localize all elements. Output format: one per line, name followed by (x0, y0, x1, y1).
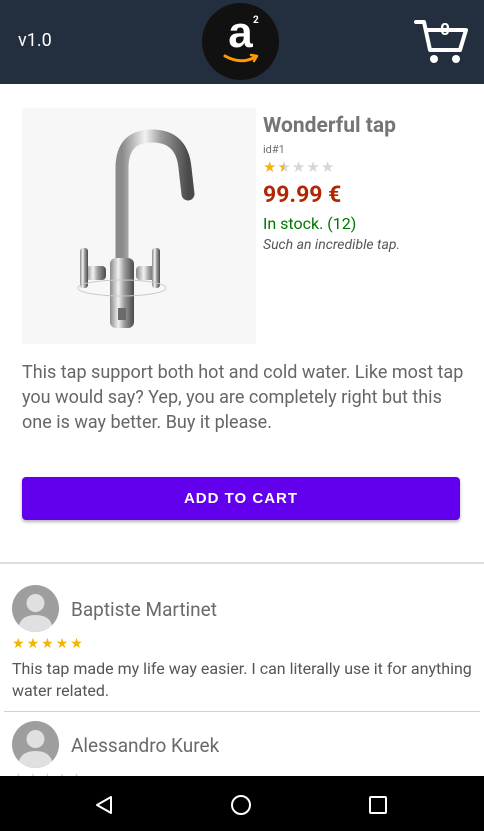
product-rating: ★ ★ ★ ★ ★ (263, 159, 473, 175)
review-rating: ★★★★★ (12, 636, 83, 652)
home-circle-icon[interactable] (230, 794, 252, 816)
logo-superscript: 2 (253, 15, 259, 26)
review-author: Baptiste Martinet (71, 598, 217, 621)
star-icon: ★ (263, 158, 277, 176)
avatar[interactable] (12, 585, 59, 632)
product-id: id#1 (263, 143, 285, 156)
tap-image (77, 129, 195, 328)
product-price: 99.99 € (263, 181, 342, 208)
product-info: Wonderful tap id#1 ★ ★ ★ ★ ★ 99.99 € In stoc… (263, 112, 473, 253)
system-nav-bar (0, 776, 484, 831)
star-icon: ★ (277, 158, 291, 176)
amazon-logo-icon[interactable]: a 2 (202, 3, 279, 80)
star-icon: ★ (320, 158, 335, 176)
star-icon: ★ (26, 636, 40, 652)
star-icon: ★ (291, 158, 306, 176)
avatar[interactable] (12, 721, 59, 768)
version-label: v1.0 (18, 30, 52, 51)
app-bar: v1.0 a 2 0 (0, 0, 484, 84)
product-image (22, 108, 256, 344)
section-divider (0, 562, 484, 564)
review-item: Alessandro Kurek ★★★★★ (0, 721, 484, 776)
star-icon: ★ (306, 158, 320, 176)
cart-count-badge: 0 (440, 20, 450, 40)
recents-square-icon[interactable] (367, 794, 389, 816)
product-description: This tap support both hot and cold water… (22, 362, 464, 433)
review-author: Alessandro Kurek (71, 734, 220, 757)
star-icon: ★ (55, 636, 69, 652)
logo-smile-icon (223, 53, 259, 63)
star-icon: ★ (41, 636, 54, 652)
stock-status: In stock. (12) (263, 214, 357, 233)
user-avatar-icon (18, 730, 53, 768)
review-item: Baptiste Martinet ★ ★ ★ ★ ★ This tap made my… (0, 585, 484, 705)
product-title: Wonderful tap (263, 114, 396, 138)
review-text: This tap made my life way easier. I can … (12, 659, 472, 700)
star-icon: ★ (12, 636, 25, 652)
back-triangle-icon[interactable] (93, 794, 115, 816)
review-divider (4, 711, 480, 712)
product-tagline: Such an incredible tap. (263, 237, 401, 253)
cart-button[interactable]: 0 (414, 18, 468, 66)
star-icon: ★ (70, 636, 83, 652)
user-avatar-icon (18, 594, 53, 632)
add-to-cart-button[interactable]: ADD TO CART (22, 477, 460, 520)
logo-letter: a (228, 8, 253, 57)
